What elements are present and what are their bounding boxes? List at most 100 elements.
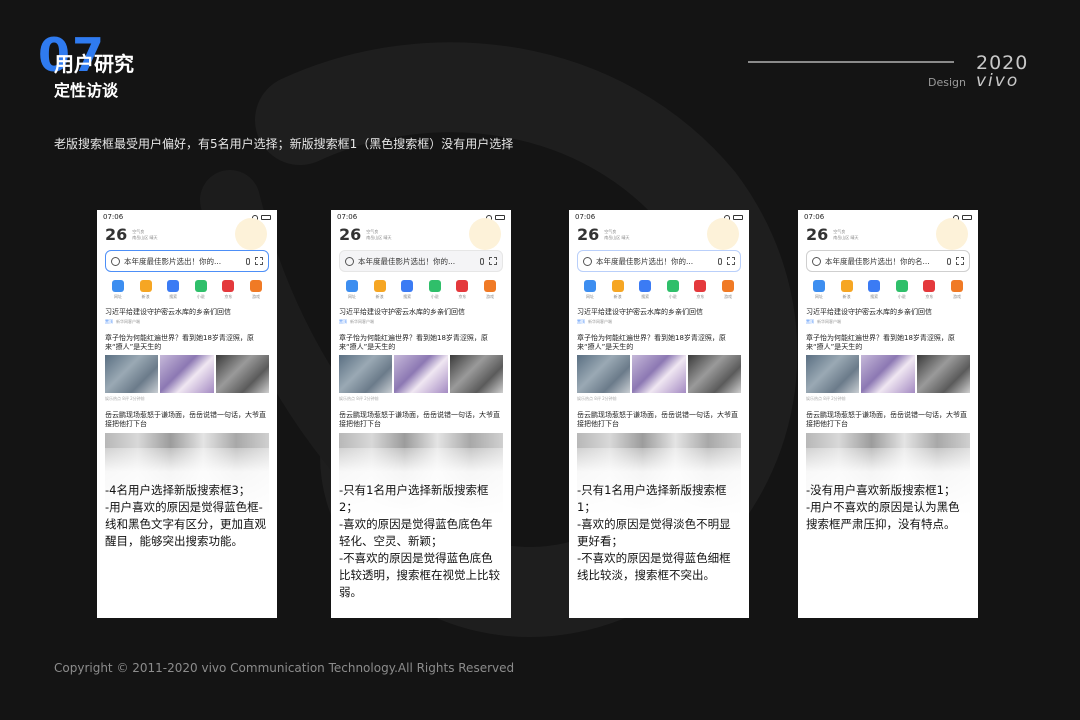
app-shortcut[interactable]: 网址: [341, 280, 363, 299]
app-shortcut[interactable]: 网址: [579, 280, 601, 299]
search-bar[interactable]: 本年度最佳影片选出！你的名...: [806, 250, 970, 272]
app-shortcut[interactable]: 搜索: [396, 280, 418, 299]
news-image: [339, 355, 393, 393]
search-bar[interactable]: 本年度最佳影片选出！你的...: [339, 250, 503, 272]
news-headline-3[interactable]: 岳云鹏现场惹怒于谦场面，岳岳说错一句话，大爷直接把他打下台: [806, 411, 970, 429]
scan-icon[interactable]: [727, 257, 735, 265]
status-time: 07:06: [103, 213, 124, 221]
app-shortcuts: 网址 新浪 搜索 小说 京东 游戏: [331, 280, 511, 299]
app-shortcut[interactable]: 小说: [190, 280, 212, 299]
weather-info: 空气良 南岳山区 晴天: [132, 229, 157, 241]
app-shortcuts: 网址 新浪 搜索 小说 京东 游戏: [97, 280, 277, 299]
weather-air: 空气良: [833, 229, 846, 234]
microphone-icon[interactable]: [947, 257, 951, 265]
app-shortcut[interactable]: 新浪: [135, 280, 157, 299]
app-shortcut[interactable]: 网址: [808, 280, 830, 299]
weather-widget[interactable]: 26 空气良 南岳山区 晴天: [331, 218, 511, 250]
microphone-icon[interactable]: [246, 257, 250, 265]
news-image: [215, 355, 269, 393]
news-headline-3[interactable]: 岳云鹏现场惹怒于谦场面，岳岳说错一句话，大爷直接把他打下台: [339, 411, 503, 429]
search-bar[interactable]: 本年度最佳影片选出！你的...: [105, 250, 269, 272]
app-label: 游戏: [723, 294, 732, 299]
header-divider: [748, 61, 954, 63]
app-icon: [868, 280, 881, 292]
microphone-icon[interactable]: [480, 257, 484, 265]
news-source-1: 置顶 新华网客户端: [105, 319, 269, 325]
app-shortcut[interactable]: 小说: [891, 280, 913, 299]
app-icon: [611, 280, 624, 292]
news-headline-3[interactable]: 岳云鹏现场惹怒于谦场面，岳岳说错一句话，大爷直接把他打下台: [105, 411, 269, 429]
app-shortcut[interactable]: 网址: [107, 280, 129, 299]
news-image: [806, 355, 860, 393]
app-shortcut[interactable]: 新浪: [836, 280, 858, 299]
app-icon: [167, 280, 180, 292]
app-icon: [249, 280, 262, 292]
app-label: 小说: [430, 294, 439, 299]
app-label: 游戏: [251, 294, 260, 299]
phone-mockup-3: 07:06 26 空气良 南岳山区 晴天 本年度最佳影片选出！你的... 网址新…: [569, 210, 749, 618]
news-source-1: 置顶 新华网客户端: [806, 319, 970, 325]
news-headline-1[interactable]: 习近平给建设守护密云水库的乡亲们回信: [806, 308, 970, 317]
app-label: 小说: [668, 294, 677, 299]
news-headline-3[interactable]: 岳云鹏现场惹怒于谦场面，岳岳说错一句话，大爷直接把他打下台: [577, 411, 741, 429]
news-headline-2[interactable]: 章子怡为何能红遍世界？看到她18岁青涩照，原来“撩人”是天生的: [806, 334, 970, 352]
sun-icon: [235, 218, 267, 250]
app-shortcut[interactable]: 京东: [689, 280, 711, 299]
search-icon: [812, 256, 821, 266]
weather-air: 空气良: [132, 229, 145, 234]
app-shortcut[interactable]: 游戏: [479, 280, 501, 299]
app-shortcut[interactable]: 小说: [424, 280, 446, 299]
news-headline-2[interactable]: 章子怡为何能红遍世界？看到她18岁青涩照，原来“撩人”是天生的: [577, 334, 741, 352]
app-shortcut[interactable]: 小说: [662, 280, 684, 299]
app-shortcut[interactable]: 搜索: [863, 280, 885, 299]
app-shortcut[interactable]: 京东: [217, 280, 239, 299]
app-shortcut[interactable]: 新浪: [607, 280, 629, 299]
microphone-icon[interactable]: [718, 257, 722, 265]
news-meta-2: 娱乐热点 8评 2分钟前: [105, 396, 145, 401]
news-images[interactable]: [577, 355, 741, 393]
weather-air: 空气良: [604, 229, 617, 234]
app-shortcut[interactable]: 搜索: [162, 280, 184, 299]
section-subtitle: 定性访谈: [54, 81, 119, 100]
app-shortcut[interactable]: 游戏: [946, 280, 968, 299]
interview-note: -只有1名用户选择新版搜索框2； -喜欢的原因是觉得蓝色底色年轻化、空灵、新颖； -…: [339, 482, 503, 601]
scan-icon[interactable]: [489, 257, 497, 265]
news-headline-1[interactable]: 习近平给建设守护密云水库的乡亲们回信: [339, 308, 503, 317]
news-source-name: 新华网客户端: [350, 319, 374, 324]
temperature: 26: [105, 225, 128, 244]
search-icon: [583, 256, 592, 266]
news-images[interactable]: [105, 355, 269, 393]
design-label: Design: [928, 76, 966, 89]
scan-icon[interactable]: [255, 257, 263, 265]
app-icon: [666, 280, 679, 292]
app-label: 京东: [696, 294, 705, 299]
scan-icon[interactable]: [956, 257, 964, 265]
interview-note: -没有用户喜欢新版搜索框1； -用户不喜欢的原因是认为黑色搜索框严肃压抑，没有特点…: [806, 482, 970, 533]
app-label: 网址: [815, 294, 823, 299]
app-label: 新浪: [375, 294, 384, 299]
news-source-1: 置顶 新华网客户端: [577, 319, 741, 325]
news-headline-2[interactable]: 章子怡为何能红遍世界？看到她18岁青涩照，原来“撩人”是天生的: [339, 334, 503, 352]
search-query: 本年度最佳影片选出！你的...: [124, 256, 222, 266]
news-headline-1[interactable]: 习近平给建设守护密云水库的乡亲们回信: [105, 308, 269, 317]
news-headline-1[interactable]: 习近平给建设守护密云水库的乡亲们回信: [577, 308, 741, 317]
weather-widget[interactable]: 26 空气良 南岳山区 晴天: [569, 218, 749, 250]
search-bar[interactable]: 本年度最佳影片选出！你的...: [577, 250, 741, 272]
app-shortcut[interactable]: 京东: [918, 280, 940, 299]
note-line: -只有1名用户选择新版搜索框1；: [577, 483, 727, 514]
app-shortcut[interactable]: 游戏: [245, 280, 267, 299]
app-shortcut[interactable]: 京东: [451, 280, 473, 299]
app-shortcut[interactable]: 搜索: [634, 280, 656, 299]
app-shortcut[interactable]: 游戏: [717, 280, 739, 299]
weather-widget[interactable]: 26 空气良 南岳山区 晴天: [798, 218, 978, 250]
app-label: 小说: [897, 294, 906, 299]
app-shortcut[interactable]: 新浪: [369, 280, 391, 299]
news-meta-2: 娱乐热点 8评 2分钟前: [806, 396, 846, 401]
news-images[interactable]: [339, 355, 503, 393]
news-images[interactable]: [806, 355, 970, 393]
weather-widget[interactable]: 26 空气良 南岳山区 晴天: [97, 218, 277, 250]
news-headline-2[interactable]: 章子怡为何能红遍世界？看到她18岁青涩照，原来“撩人”是天生的: [105, 334, 269, 352]
app-icon: [694, 280, 707, 292]
battery-icon: [962, 214, 972, 220]
note-line: -不喜欢的原因是觉得蓝色底色比较透明，搜索框在视觉上比较弱。: [339, 551, 500, 599]
